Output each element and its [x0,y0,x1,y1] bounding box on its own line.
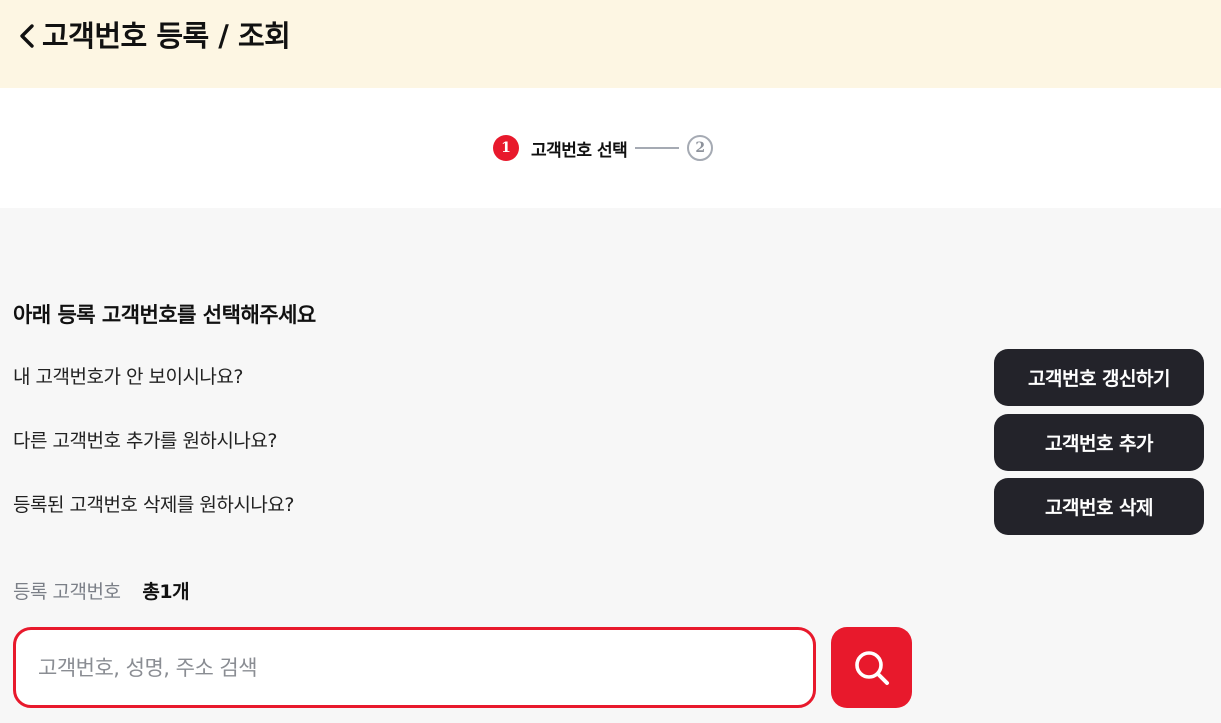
stepper: 1 고객번호 선택 2 [493,133,714,163]
stepper-area: 1 고객번호 선택 2 [0,88,1221,208]
section-title: 아래 등록 고객번호를 선택해주세요 [13,303,316,327]
question-refresh: 내 고객번호가 안 보이시나요? [13,366,243,388]
search-input[interactable] [13,627,816,708]
registered-count: 총1개 [142,581,190,603]
page-title: 고객번호 등록 / 조회 [42,19,291,53]
question-add: 다른 고객번호 추가를 원하시나요? [13,430,277,452]
question-delete: 등록된 고객번호 삭제를 원하시나요? [13,494,294,516]
search-button[interactable] [831,627,912,708]
refresh-customer-number-button[interactable]: 고객번호 갱신하기 [994,349,1204,406]
delete-customer-number-button[interactable]: 고객번호 삭제 [994,478,1204,535]
step-1-indicator: 1 [493,135,519,161]
registered-label: 등록 고객번호 [13,581,121,603]
step-2-indicator: 2 [687,135,714,161]
back-button[interactable] [14,20,40,52]
chevron-left-icon [20,24,34,48]
step-1-label: 고객번호 선택 [531,140,628,161]
search-icon [854,650,889,685]
registered-count-row: 등록 고객번호 총1개 [13,576,190,608]
add-customer-number-button[interactable]: 고객번호 추가 [994,414,1204,471]
step-connector [635,147,680,149]
page-header: 고객번호 등록 / 조회 [0,0,1221,88]
